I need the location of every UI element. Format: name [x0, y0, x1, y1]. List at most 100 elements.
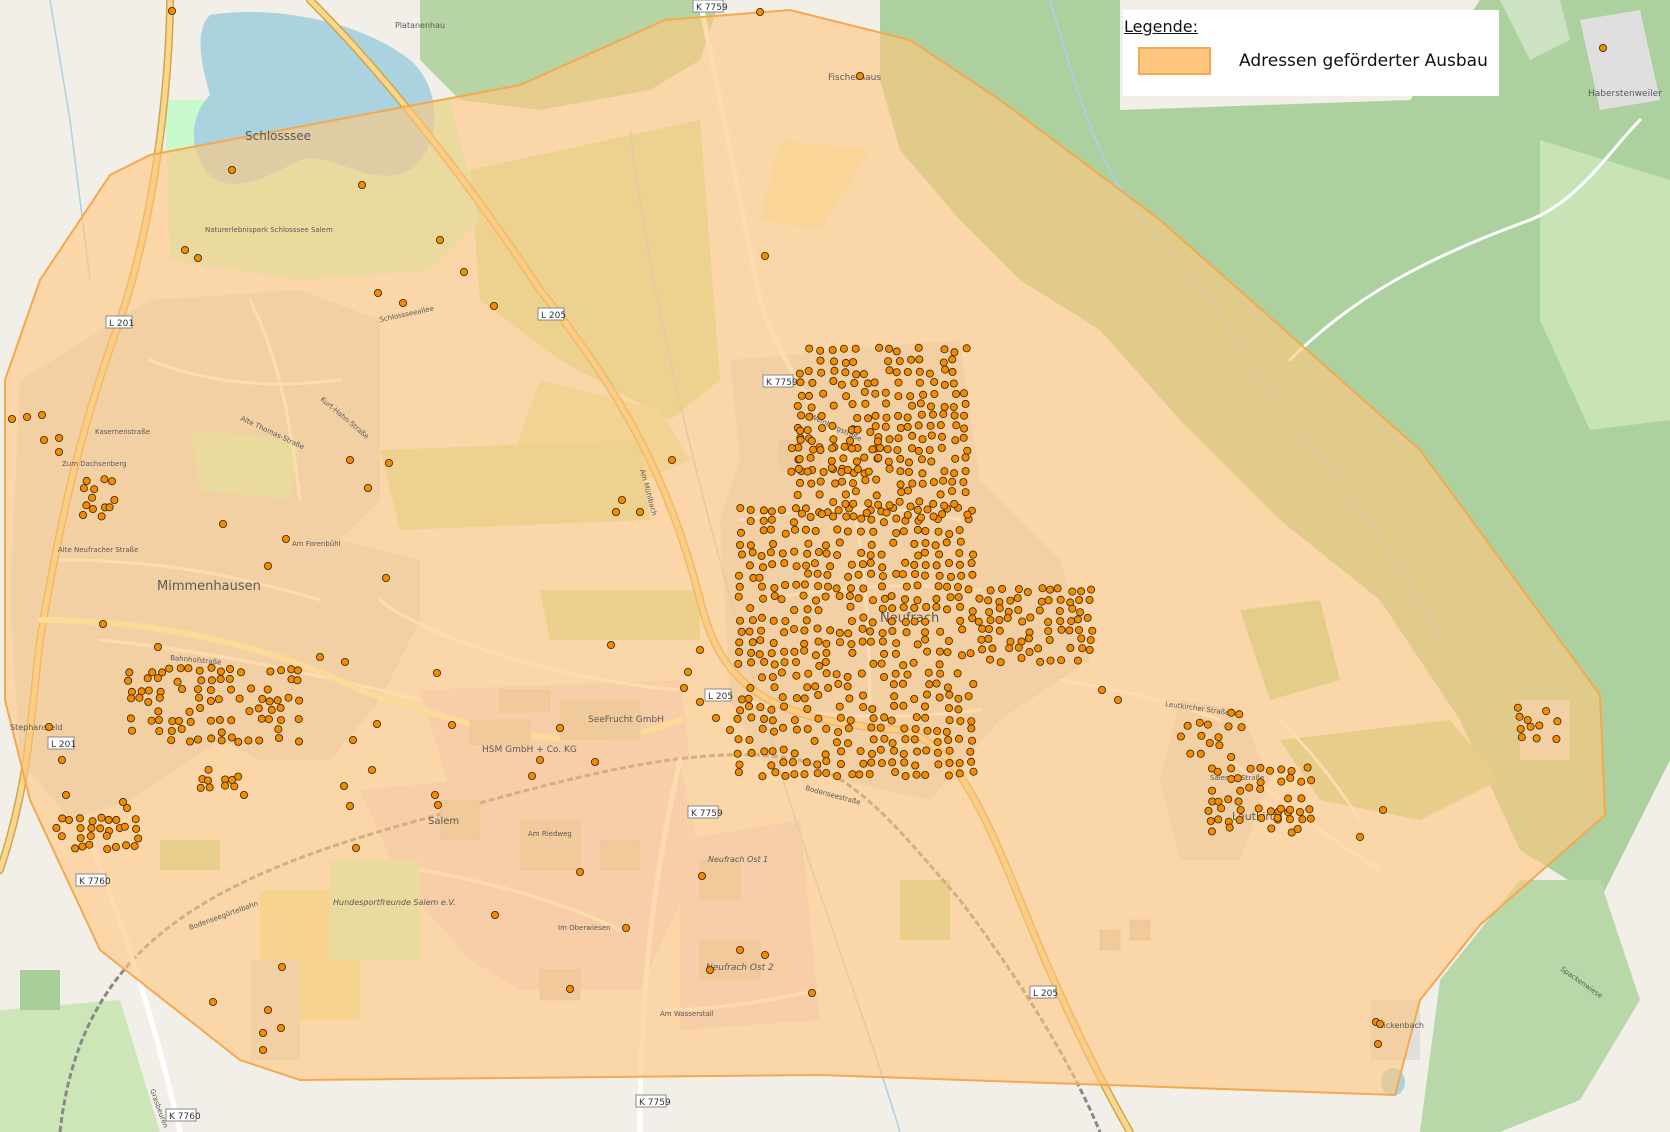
address-marker	[267, 705, 276, 714]
address-marker	[896, 423, 905, 432]
address-marker	[167, 727, 176, 736]
address-marker	[942, 538, 951, 547]
address-marker	[945, 716, 954, 725]
address-marker	[787, 467, 796, 476]
address-marker	[811, 682, 820, 691]
address-marker	[910, 603, 919, 612]
svg-text:L 201: L 201	[109, 319, 134, 329]
address-marker	[844, 724, 853, 733]
address-marker	[1044, 618, 1053, 627]
address-marker	[887, 716, 896, 725]
address-marker	[938, 510, 947, 519]
address-marker	[929, 410, 938, 419]
address-marker	[822, 639, 831, 648]
address-marker	[878, 637, 887, 646]
address-marker	[800, 639, 809, 648]
address-marker	[768, 560, 777, 569]
address-marker	[836, 713, 845, 722]
address-marker	[950, 348, 959, 357]
address-marker	[1018, 617, 1027, 626]
address-marker	[737, 528, 746, 537]
address-marker	[869, 596, 878, 605]
address-marker	[906, 392, 915, 401]
address-marker	[363, 483, 372, 492]
address-marker	[864, 414, 873, 423]
address-marker	[792, 658, 801, 667]
address-marker	[824, 582, 833, 591]
address-marker	[284, 693, 293, 702]
address-marker	[218, 520, 227, 529]
address-marker	[1065, 626, 1074, 635]
address-marker	[100, 475, 109, 484]
address-marker	[748, 548, 757, 557]
address-marker	[797, 411, 806, 420]
address-marker	[882, 399, 891, 408]
address-marker	[819, 467, 828, 476]
address-marker	[826, 626, 835, 635]
address-marker	[134, 834, 143, 843]
address-marker	[735, 571, 744, 580]
address-marker	[915, 355, 924, 364]
street-label: Im Oberwiesen	[558, 924, 611, 932]
address-marker	[759, 563, 768, 572]
address-marker	[849, 479, 858, 488]
address-marker	[122, 841, 131, 850]
address-marker	[954, 583, 963, 592]
address-marker	[591, 758, 600, 767]
address-marker	[818, 424, 827, 433]
address-marker	[899, 679, 908, 688]
address-marker	[788, 758, 797, 767]
address-marker	[1057, 656, 1066, 665]
address-marker	[883, 445, 892, 454]
address-marker	[907, 355, 916, 364]
address-marker	[147, 716, 156, 725]
map-canvas[interactable]: Schlosssee Mimmenhausen Neufrach Salem L…	[0, 0, 1670, 1132]
address-marker	[986, 655, 995, 664]
address-marker	[847, 444, 856, 453]
address-marker	[767, 515, 776, 524]
address-marker	[126, 714, 135, 723]
address-marker	[900, 758, 909, 767]
address-marker	[276, 1024, 285, 1033]
address-marker	[845, 694, 854, 703]
address-marker	[882, 413, 891, 422]
address-marker	[768, 673, 777, 682]
address-marker	[806, 513, 815, 522]
address-marker	[566, 985, 575, 994]
address-marker	[879, 518, 888, 527]
address-marker	[1067, 617, 1076, 626]
address-marker	[957, 571, 966, 580]
address-marker	[921, 771, 930, 780]
address-marker	[961, 453, 970, 462]
address-marker	[55, 433, 64, 442]
address-marker	[62, 791, 71, 800]
address-marker	[193, 253, 202, 262]
address-marker	[968, 570, 977, 579]
address-marker	[345, 802, 354, 811]
address-marker	[1307, 776, 1316, 785]
address-marker	[889, 680, 898, 689]
address-marker	[855, 770, 864, 779]
address-marker	[38, 410, 47, 419]
address-marker	[838, 477, 847, 486]
address-marker	[1086, 636, 1095, 645]
address-marker	[244, 736, 253, 745]
address-marker	[793, 401, 802, 410]
address-marker	[841, 490, 850, 499]
road-shield: L 205	[1029, 985, 1058, 999]
address-marker	[859, 584, 868, 593]
address-marker	[1552, 735, 1561, 744]
address-marker	[340, 658, 349, 667]
address-marker	[948, 355, 957, 364]
address-marker	[802, 561, 811, 570]
address-marker	[698, 872, 707, 881]
svg-text:K 7760: K 7760	[169, 1112, 201, 1122]
svg-text:K 7759: K 7759	[639, 1098, 671, 1108]
address-marker	[490, 911, 499, 920]
address-marker	[185, 737, 194, 746]
address-marker	[853, 413, 862, 422]
street-label: Am Riedweg	[528, 830, 572, 838]
address-marker	[835, 538, 844, 547]
address-marker	[953, 669, 962, 678]
address-marker	[967, 717, 976, 726]
